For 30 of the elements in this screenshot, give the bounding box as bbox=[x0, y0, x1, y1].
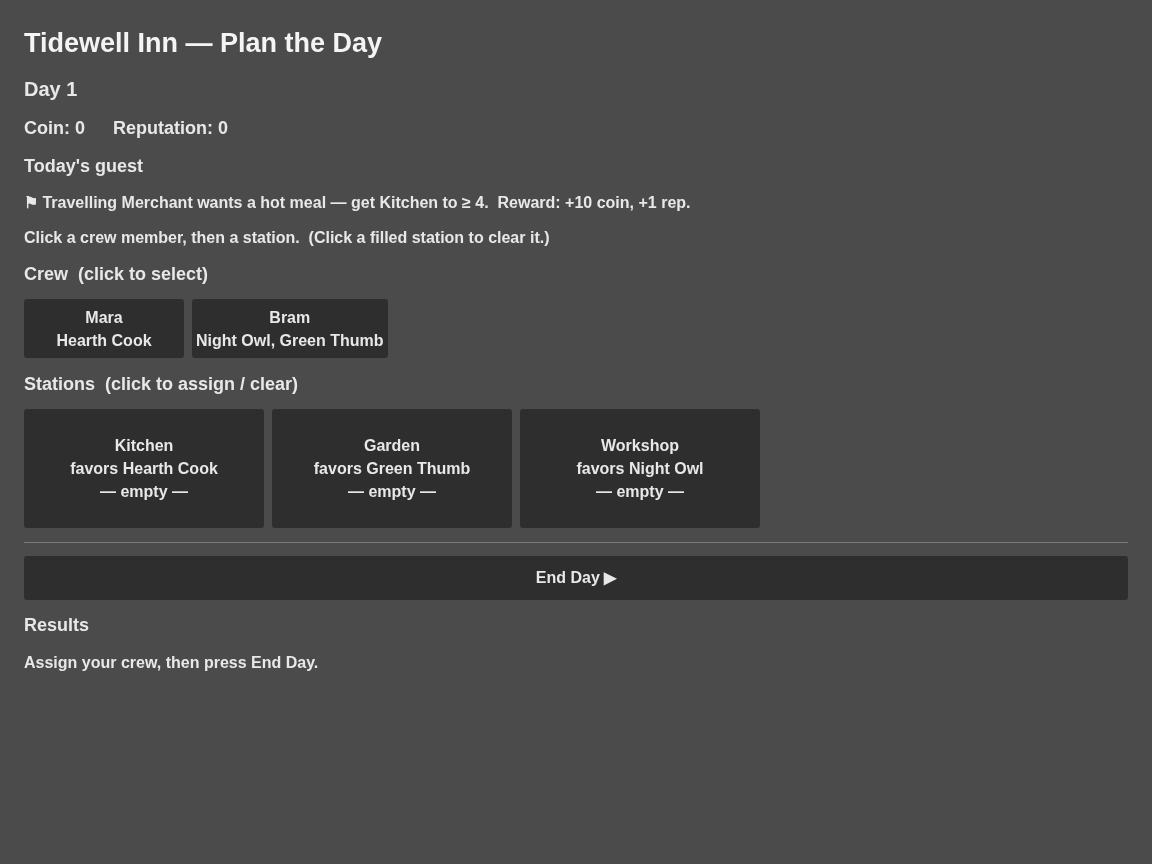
crew-card[interactable]: Mara Hearth Cook bbox=[24, 299, 184, 358]
station-favors: favors Hearth Cook bbox=[70, 459, 218, 479]
results-message: Assign your crew, then press End Day. bbox=[24, 653, 319, 673]
station-assignment: — empty — bbox=[100, 482, 188, 502]
section-heading: Results bbox=[24, 614, 90, 637]
station-name: Kitchen bbox=[114, 436, 174, 456]
station-name: Garden bbox=[364, 436, 420, 456]
crew-name: Bram bbox=[269, 307, 311, 328]
section-heading: Today's guest bbox=[24, 155, 143, 178]
station-assignment: — empty — bbox=[348, 482, 436, 502]
section-heading: Crew (click to select) bbox=[24, 263, 209, 286]
station-card[interactable]: Kitchen favors Hearth Cook — empty — bbox=[24, 409, 264, 528]
day-label: Day 1 bbox=[24, 77, 78, 102]
instruction-text: Click a crew member, then a station. (Click a filled station to clear it.) bbox=[24, 228, 550, 248]
stat-text: Coin: 0 bbox=[24, 117, 85, 140]
page-title: Tidewell Inn — Plan the Day bbox=[24, 27, 383, 60]
guest-request-text: ⚑ Travelling Merchant wants a hot meal — get Kitchen to ≥ 4. Reward: +10 coin, +1 rep. bbox=[24, 193, 691, 213]
section-heading: Stations (click to assign / clear) bbox=[24, 373, 299, 396]
crew-name: Mara bbox=[85, 307, 123, 328]
station-name: Workshop bbox=[601, 436, 679, 456]
station-card[interactable]: Garden favors Green Thumb — empty — bbox=[272, 409, 512, 528]
crew-traits: Hearth Cook bbox=[56, 330, 152, 351]
crew-traits: Night Owl, Green Thumb bbox=[196, 330, 384, 351]
stat-text: Reputation: 0 bbox=[113, 117, 228, 140]
station-favors: favors Green Thumb bbox=[313, 459, 471, 479]
end-day-button[interactable]: End Day ▶ bbox=[24, 556, 1128, 600]
station-favors: favors Night Owl bbox=[576, 459, 704, 479]
crew-card[interactable]: Bram Night Owl, Green Thumb bbox=[192, 299, 388, 358]
station-card[interactable]: Workshop favors Night Owl — empty — bbox=[520, 409, 760, 528]
station-assignment: — empty — bbox=[596, 482, 684, 502]
